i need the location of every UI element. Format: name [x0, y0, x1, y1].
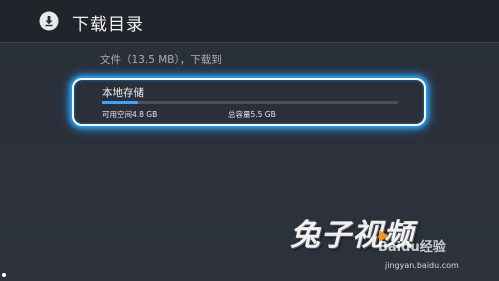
- page-title: 下载目录: [72, 15, 144, 35]
- watermark-brand: Baidu经验: [378, 240, 446, 255]
- corner-dot: [2, 273, 6, 277]
- free-space-text: 可用空间4.8 GB: [102, 110, 158, 119]
- watermark-url: jingyan.baidu.com: [385, 261, 459, 270]
- total-capacity-text: 总容量5.5 GB: [228, 110, 276, 119]
- storage-usage-fill: [102, 101, 138, 104]
- storage-name: 本地存储: [102, 87, 144, 99]
- file-info-text: 文件（13.5 MB），下载到: [100, 54, 222, 66]
- storage-usage-bar: [102, 101, 398, 104]
- download-icon[interactable]: [39, 11, 59, 31]
- header-bar: 下载目录: [0, 0, 499, 43]
- screen: 下载目录 文件（13.5 MB），下载到 本地存储 可用空间4.8 GB 总容量…: [0, 0, 499, 281]
- local-storage-option[interactable]: 本地存储 可用空间4.8 GB 总容量5.5 GB: [72, 78, 426, 126]
